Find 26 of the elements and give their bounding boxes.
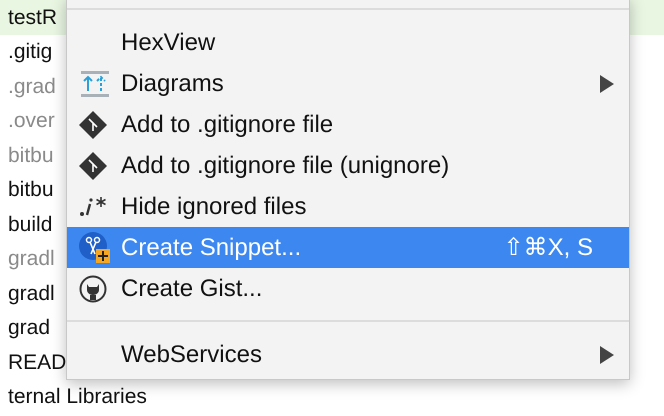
menu-item[interactable]: HexView <box>67 22 629 63</box>
menu-item[interactable]: Create Snippet... ⇧⌘X, S <box>67 227 629 268</box>
file-name: grad <box>8 316 50 340</box>
file-name: .gitig <box>8 40 52 64</box>
menu-item[interactable]: Hide ignored files <box>67 186 629 227</box>
file-name: gradl <box>8 247 55 270</box>
file-name: gradl <box>8 282 55 305</box>
snippet-icon <box>79 232 111 264</box>
menu-item[interactable]: Diagrams <box>67 63 629 104</box>
github-icon <box>79 274 107 302</box>
menu-item[interactable]: WebServices <box>67 334 629 375</box>
git-icon <box>79 110 107 138</box>
ignored-files-icon <box>79 194 109 218</box>
file-name: build <box>8 212 52 236</box>
file-name: testR <box>8 6 58 29</box>
file-name: ternal Libraries <box>8 385 147 408</box>
file-name: .grad <box>8 74 56 98</box>
file-name: bitbu <box>8 144 54 167</box>
file-name: .over <box>8 109 55 132</box>
file-name: READ <box>8 350 66 374</box>
diagram-icon <box>79 70 111 96</box>
file-name: bitbu <box>8 178 54 202</box>
menu-item[interactable]: Add to .gitignore file <box>67 104 629 145</box>
menu-item[interactable]: Add to .gitignore file (unignore) <box>67 145 629 186</box>
git-icon <box>79 152 107 180</box>
menu-item[interactable]: Create Gist... <box>67 268 629 309</box>
